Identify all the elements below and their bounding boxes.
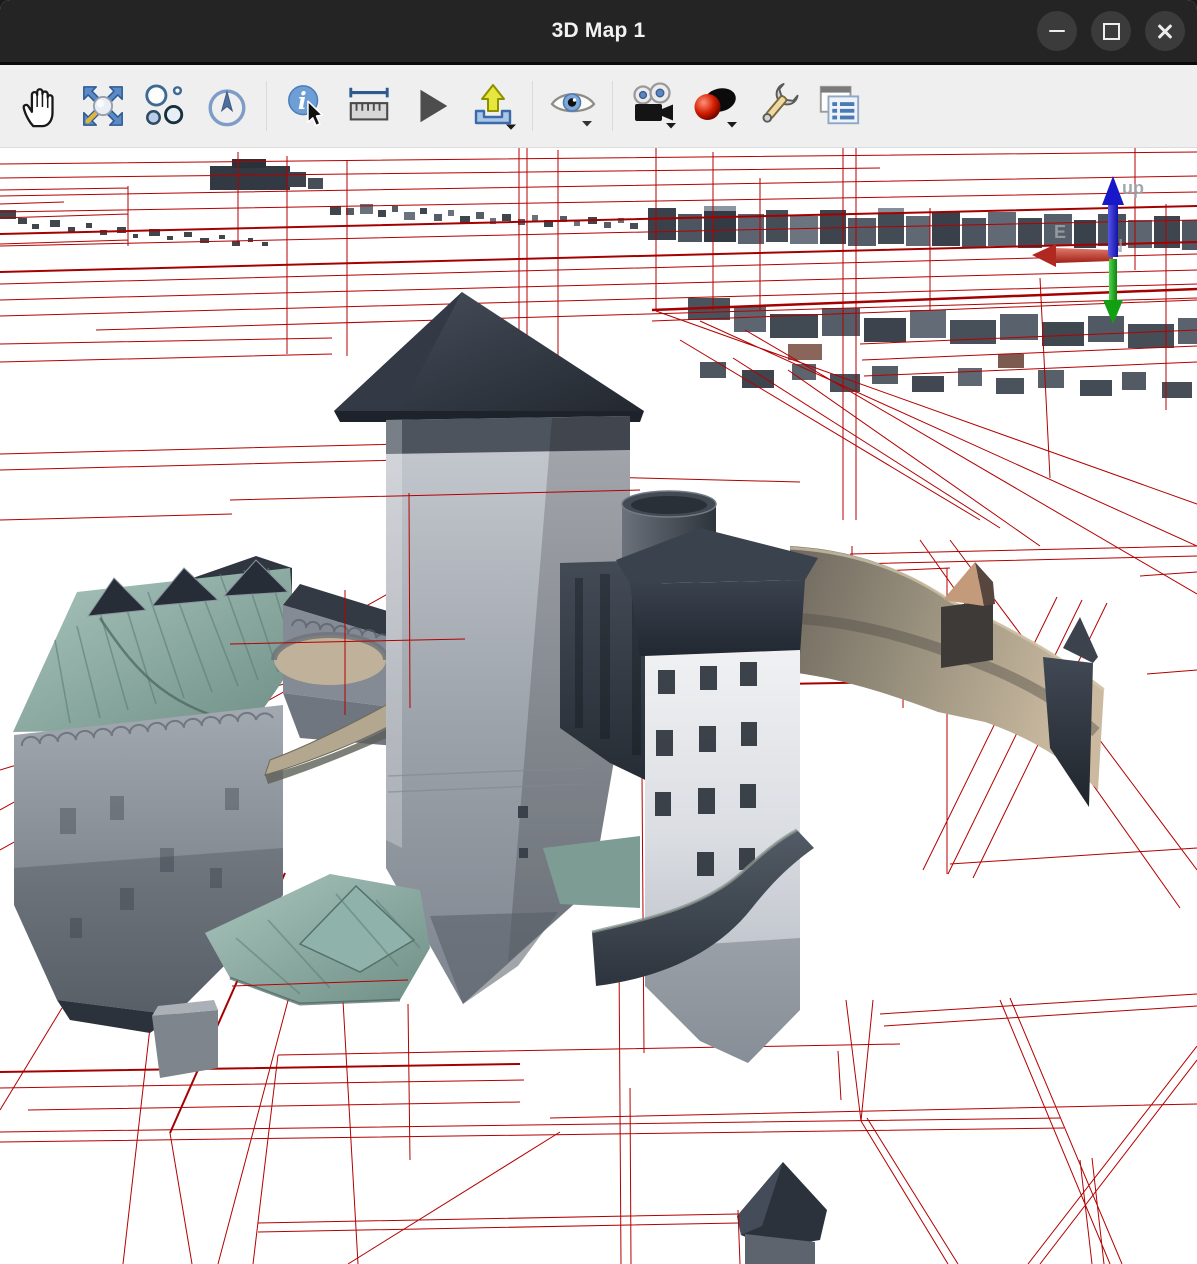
close-button[interactable]	[1145, 11, 1185, 51]
camera-pan-button[interactable]	[10, 73, 72, 139]
zoom-full-button[interactable]	[72, 73, 134, 139]
hand-icon	[18, 83, 64, 129]
toolbar-separator	[266, 81, 268, 131]
dropdown-arrow-icon	[727, 122, 737, 128]
minimize-icon	[1049, 30, 1065, 33]
identify-cursor-icon: i	[284, 83, 330, 129]
axis-up-label: up	[1122, 178, 1144, 198]
save-image-button[interactable]	[462, 73, 524, 139]
axis-east-label: E	[1054, 222, 1066, 242]
axis-north-arrow	[1109, 259, 1117, 300]
maximize-button[interactable]	[1091, 11, 1131, 51]
compass-icon	[204, 83, 250, 129]
window-controls	[1037, 0, 1185, 62]
wrench-icon	[754, 83, 800, 129]
record-animation-button[interactable]	[622, 73, 684, 139]
close-icon	[1157, 23, 1173, 39]
play-animation-button[interactable]	[400, 73, 462, 139]
white-building	[616, 528, 818, 1063]
3d-map-window: 3D Map 1	[0, 0, 1197, 1264]
ruler-icon	[346, 83, 392, 129]
movie-camera-icon	[629, 82, 677, 130]
toolbar-separator	[612, 81, 614, 131]
axis-gizmo: up E N	[1032, 176, 1144, 324]
sphere-icon	[691, 82, 739, 130]
axis-up-arrowhead	[1102, 176, 1124, 205]
export-image-icon	[469, 82, 517, 130]
chimney-stub	[152, 1010, 218, 1078]
dropdown-arrow-icon	[666, 123, 676, 129]
camera-view-presets-button[interactable]	[542, 73, 604, 139]
axis-up-arrow	[1108, 205, 1118, 257]
play-icon	[408, 83, 454, 129]
maximize-icon	[1103, 23, 1120, 40]
report-icon	[816, 83, 862, 129]
toolbar-separator	[532, 81, 534, 131]
configure-button[interactable]	[746, 73, 808, 139]
identify-button[interactable]: i	[276, 73, 338, 139]
navigation-circles-button[interactable]	[134, 73, 196, 139]
far-wall-wedge	[1043, 657, 1093, 807]
zoom-extent-icon	[80, 83, 126, 129]
svg-text:i: i	[298, 88, 307, 115]
axis-east-arrow	[1056, 248, 1113, 263]
window-title: 3D Map 1	[552, 19, 646, 43]
dropdown-arrow-icon	[582, 121, 592, 127]
eye-icon	[549, 82, 597, 130]
3d-scene[interactable]: up E N	[0, 148, 1197, 1264]
measure-button[interactable]	[338, 73, 400, 139]
bottom-tower	[737, 1162, 827, 1264]
circles-icon	[142, 83, 188, 129]
toolbar: i	[0, 65, 1197, 148]
scene-settings-panel-button[interactable]	[808, 73, 870, 139]
minimize-button[interactable]	[1037, 11, 1077, 51]
dropdown-arrow-icon	[506, 125, 516, 130]
titlebar[interactable]: 3D Map 1	[0, 0, 1197, 65]
3d-viewport[interactable]: up E N	[0, 148, 1197, 1264]
compass-button[interactable]	[196, 73, 258, 139]
wall-tower-body	[941, 600, 993, 668]
scene-effects-button[interactable]	[684, 73, 746, 139]
